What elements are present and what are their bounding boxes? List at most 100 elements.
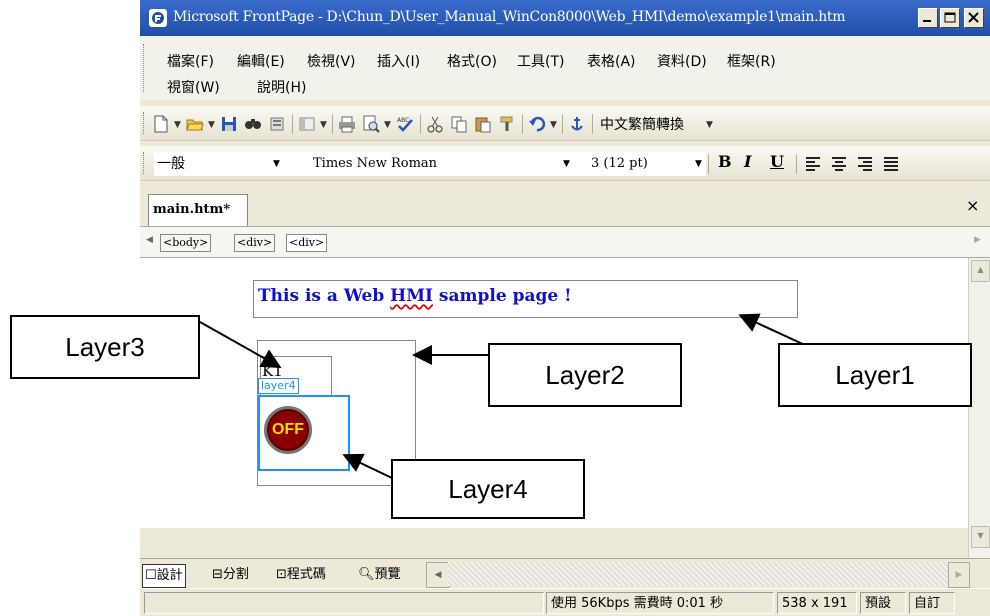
preview-label: 預覽 [374, 567, 401, 582]
minimize-button[interactable] [918, 8, 938, 28]
tab-design[interactable]: ☐設計 [142, 564, 186, 588]
print-preview-icon[interactable] [362, 115, 380, 133]
open-dropdown-icon[interactable]: ▼ [208, 120, 215, 130]
scroll-up-icon[interactable]: ▲ [971, 260, 990, 282]
scroll-right-icon[interactable]: ▶ [974, 235, 981, 245]
toolbar-grip[interactable] [143, 112, 146, 134]
undo-dropdown-icon[interactable]: ▼ [550, 120, 557, 130]
horizontal-scrollbar[interactable] [448, 562, 948, 586]
menu-data[interactable]: 資料(D) [657, 51, 707, 71]
status-custom[interactable]: 自訂 [909, 592, 955, 614]
menu-frames[interactable]: 框架(R) [727, 51, 776, 71]
chevron-down-icon: ▼ [695, 159, 702, 169]
toolbar-separator [292, 114, 293, 134]
callout-layer4: Layer4 [391, 459, 585, 519]
align-right-icon[interactable] [856, 155, 874, 173]
status-default[interactable]: 預設 [860, 592, 906, 614]
open-folder-icon[interactable] [186, 115, 204, 133]
callout-layer3: Layer3 [10, 315, 200, 379]
menu-window[interactable]: 視窗(W) [167, 77, 220, 97]
hscroll-right-icon[interactable]: ▶ [948, 562, 970, 588]
font-value: Times New Roman [313, 156, 438, 171]
layer4-tag[interactable]: layer4 [258, 378, 299, 394]
banner-prefix: This is a Web [258, 286, 391, 306]
preview-dropdown-icon[interactable]: ▼ [384, 120, 391, 130]
new-dropdown-icon[interactable]: ▼ [174, 120, 181, 130]
status-dimensions[interactable]: 538 x 191 [777, 592, 857, 614]
banner-text: This is a Web HMI sample page ! [258, 286, 572, 306]
design-view-icon: ☐ [145, 568, 157, 583]
code-label: 程式碼 [286, 567, 326, 582]
design-label: 設計 [156, 568, 183, 583]
banner-suffix: sample page ! [433, 286, 572, 306]
align-left-icon[interactable] [804, 155, 822, 173]
svg-text:ABC: ABC [397, 117, 409, 124]
undo-icon[interactable] [528, 115, 546, 133]
toolbar-separator [592, 114, 593, 134]
scroll-left-icon[interactable]: ◀ [146, 235, 153, 245]
tab-preview[interactable]: 🔍︎預覽 [358, 564, 401, 586]
size-value: 3 (12 pt) [591, 156, 648, 171]
justify-icon[interactable] [882, 155, 900, 173]
hyperlink-icon[interactable] [568, 115, 586, 133]
hscroll-left-icon[interactable]: ◀ [426, 562, 450, 588]
off-button[interactable]: OFF [264, 406, 312, 454]
menu-grip[interactable] [143, 44, 146, 92]
tab-code[interactable]: ⊡程式碼 [276, 564, 326, 586]
bold-button[interactable]: B [718, 152, 732, 171]
menu-edit[interactable]: 編輯(E) [237, 51, 285, 71]
menu-table[interactable]: 表格(A) [587, 51, 636, 71]
scroll-down-icon[interactable]: ▼ [971, 526, 990, 548]
menu-help[interactable]: 說明(H) [257, 77, 306, 97]
underline-button[interactable]: U [770, 152, 784, 171]
publish-icon[interactable] [268, 115, 286, 133]
chinese-convert-button[interactable]: 中文繁簡轉換 [600, 114, 684, 134]
menu-bar: 檔案(F) 編輯(E) 檢視(V) 插入(I) 格式(O) 工具(T) 表格(A… [140, 36, 990, 100]
toolbar-grip[interactable] [143, 152, 146, 174]
align-center-icon[interactable] [830, 155, 848, 173]
preview-view-icon: 🔍︎ [358, 567, 375, 582]
status-bar: 使用 56Kbps 需費時 0:01 秒 538 x 191 預設 自訂 [140, 588, 990, 616]
minimize-icon [923, 20, 931, 22]
off-button-label: OFF [272, 421, 304, 438]
menu-tools[interactable]: 工具(T) [517, 51, 564, 71]
menu-file[interactable]: 檔案(F) [167, 51, 214, 71]
title-bar[interactable]: Microsoft FrontPage - D:\Chun_D\User_Man… [140, 0, 990, 36]
banner-hmi: HMI [390, 286, 434, 306]
folder-list-icon[interactable] [298, 115, 316, 133]
font-select[interactable]: Times New Roman ▼ [284, 152, 576, 176]
size-select[interactable]: 3 (12 pt) ▼ [576, 152, 706, 176]
formatting-toolbar: 一般 ▼ Times New Roman ▼ 3 (12 pt) ▼ B I U [140, 146, 990, 181]
view-switch-bar: ☐設計 ⊟分割 ⊡程式碼 🔍︎預覽 ◀ ▶ [140, 558, 990, 589]
copy-icon[interactable] [450, 115, 468, 133]
frontpage-app-icon[interactable] [149, 9, 167, 27]
menu-insert[interactable]: 插入(I) [377, 51, 420, 71]
spelling-icon[interactable]: ABC [396, 115, 414, 133]
folder-list-dropdown-icon[interactable]: ▼ [320, 120, 327, 130]
document-tab-strip: main.htm* × [140, 188, 990, 227]
paste-icon[interactable] [474, 115, 492, 133]
style-select[interactable]: 一般 ▼ [154, 152, 284, 176]
close-document-icon[interactable]: × [966, 196, 979, 215]
format-painter-icon[interactable] [498, 115, 516, 133]
menu-view[interactable]: 檢視(V) [307, 51, 356, 71]
tab-split[interactable]: ⊟分割 [212, 564, 249, 586]
close-window-button[interactable] [964, 8, 984, 28]
quick-tag-selector: ◀ <body> <div> <div> ▶ [140, 227, 990, 258]
maximize-button[interactable] [940, 8, 960, 28]
new-page-icon[interactable] [152, 115, 170, 133]
callout-layer2: Layer2 [488, 343, 682, 407]
convert-dropdown-icon[interactable]: ▼ [706, 120, 713, 130]
tag-div-selected[interactable]: <div> [286, 234, 328, 252]
tab-main-htm[interactable]: main.htm* [148, 194, 248, 226]
tag-div[interactable]: <div> [234, 234, 276, 252]
find-icon[interactable] [244, 115, 262, 133]
cut-icon[interactable] [426, 115, 444, 133]
print-icon[interactable] [338, 115, 356, 133]
callout-layer1: Layer1 [778, 343, 972, 407]
save-icon[interactable] [220, 115, 238, 133]
tag-body[interactable]: <body> [160, 234, 212, 252]
menu-format[interactable]: 格式(O) [447, 51, 497, 71]
vertical-scrollbar[interactable]: ▲ ▼ [968, 258, 990, 558]
italic-button[interactable]: I [744, 152, 751, 171]
